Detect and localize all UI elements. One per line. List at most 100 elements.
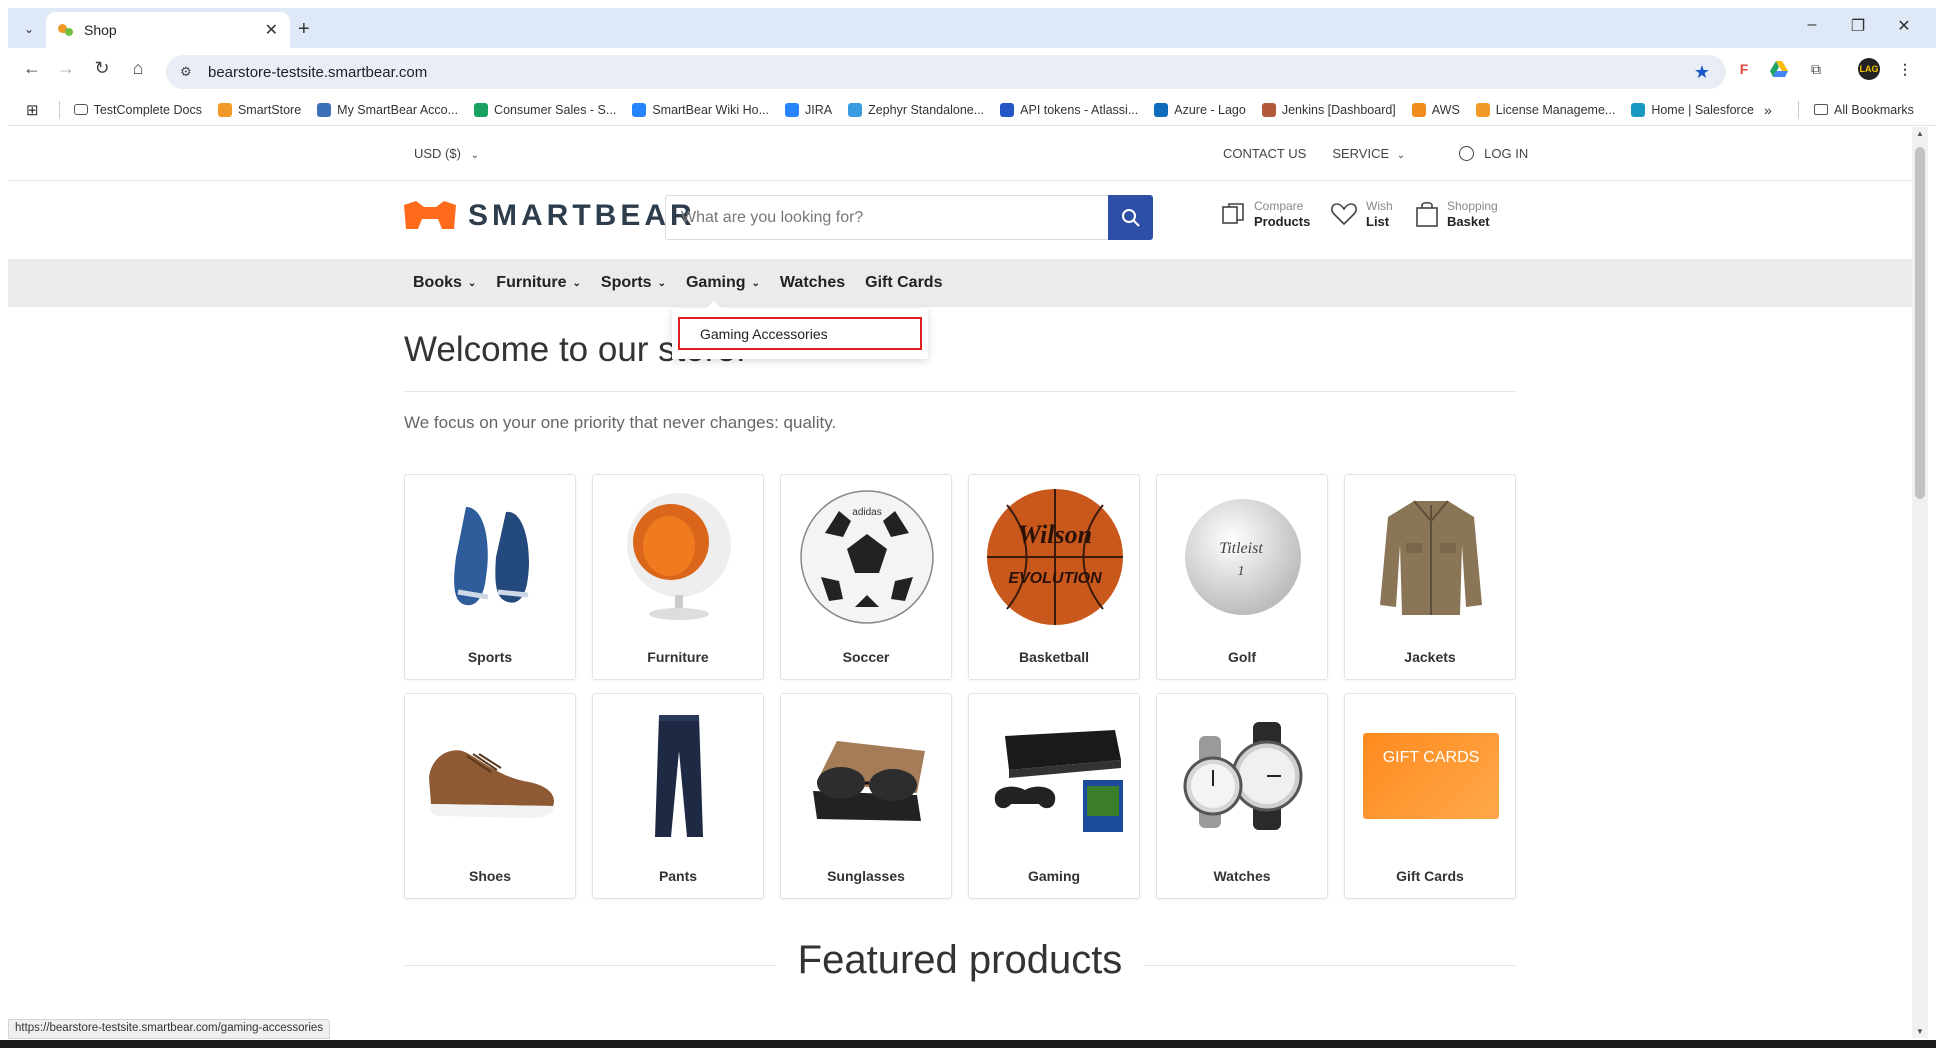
bookmark-item[interactable]: TestComplete Docs [73, 103, 202, 117]
browser-menu-icon[interactable]: ⋮ [1894, 58, 1916, 80]
golf-brand-text: Titleist [1219, 540, 1263, 557]
menu-item-gift-cards[interactable]: Gift Cards [865, 274, 942, 292]
new-tab-button[interactable]: + [298, 18, 310, 41]
bookmark-item[interactable]: Jenkins [Dashboard] [1261, 102, 1396, 117]
bookmark-item[interactable]: JIRA [785, 102, 832, 117]
home-button[interactable]: ⌂ [124, 58, 152, 84]
bookmark-item[interactable]: Zephyr Standalone... [848, 102, 984, 117]
google-drive-icon[interactable] [1768, 58, 1790, 80]
bookmark-favicon-icon [1631, 102, 1646, 117]
url-text: bearstore-testsite.smartbear.com [208, 63, 428, 81]
menu-label: Books [413, 274, 462, 291]
link-status-bar: https://bearstore-testsite.smartbear.com… [8, 1019, 331, 1039]
wishlist-link[interactable]: Wish List [1330, 199, 1393, 229]
contact-us-link[interactable]: CONTACT US [1223, 146, 1306, 161]
search-input[interactable] [666, 196, 1108, 239]
profile-avatar[interactable]: LAG [1858, 58, 1880, 80]
category-card-jackets[interactable]: Jackets [1344, 474, 1516, 680]
smartbear-logo[interactable]: SMARTBEAR [402, 199, 696, 233]
bookmark-label: Consumer Sales - S... [494, 102, 617, 117]
category-card-sunglasses[interactable]: Sunglasses [780, 693, 952, 899]
bookmark-label: SmartStore [237, 102, 302, 117]
extensions-puzzle-icon[interactable]: ⧉ [1805, 58, 1827, 80]
category-card-sports[interactable]: Sports [404, 474, 576, 680]
category-grid: Sports Furniture adidas Soccer Wilson EVO… [404, 474, 1516, 899]
category-card-furniture[interactable]: Furniture [592, 474, 764, 680]
main-menu-bar: Books ⌄ Furniture ⌄ Sports ⌄ Gaming ⌄ Watche… [8, 259, 1912, 307]
search-button[interactable] [1108, 195, 1153, 240]
menu-item-sports[interactable]: Sports ⌄ [601, 274, 666, 292]
bookmark-item[interactable]: SmartStore [217, 102, 302, 117]
category-card-shoes[interactable]: Shoes [404, 693, 576, 899]
minimize-button[interactable]: – [1792, 16, 1832, 34]
category-card-gaming[interactable]: Gaming [968, 693, 1140, 899]
close-tab-icon[interactable]: ✕ [265, 20, 278, 40]
back-button[interactable]: ← [18, 58, 46, 84]
category-label: Soccer [842, 649, 890, 665]
address-bar[interactable]: ⚙ bearstore-testsite.smartbear.com ★ [166, 55, 1726, 89]
menu-item-watches[interactable]: Watches [780, 274, 845, 292]
gift-card-text: GIFT CARDS [1382, 749, 1480, 766]
bookmark-favicon-icon [474, 102, 489, 117]
menu-item-furniture[interactable]: Furniture ⌄ [496, 274, 581, 292]
category-card-pants[interactable]: Pants [592, 693, 764, 899]
page-scrollbar[interactable]: ▲ ▼ [1912, 127, 1928, 1038]
tagline-text: We focus on your one priority that never… [404, 413, 837, 432]
bookmark-item[interactable]: AWS [1411, 102, 1460, 117]
menu-item-gaming[interactable]: Gaming ⌄ [686, 274, 760, 292]
bookmark-item[interactable]: My SmartBear Acco... [317, 102, 459, 117]
browser-tab[interactable]: Shop ✕ [46, 12, 290, 48]
category-label: Furniture [647, 649, 709, 665]
featured-products-heading: Featured products [8, 938, 1912, 983]
category-label: Sunglasses [827, 868, 905, 884]
bookmark-favicon-icon [848, 102, 863, 117]
category-label: Sports [467, 649, 513, 665]
scrollbar-thumb[interactable] [1915, 147, 1925, 499]
tab-search-button[interactable]: ⌄ [16, 16, 42, 42]
scroll-down-arrow-icon[interactable]: ▼ [1912, 1027, 1928, 1036]
login-link[interactable]: LOG IN [1459, 146, 1528, 161]
bookmark-label: My SmartBear Acco... [337, 102, 459, 117]
category-card-soccer[interactable]: adidas Soccer [780, 474, 952, 680]
bookmark-favicon-icon [1154, 102, 1169, 117]
bookmark-item[interactable]: Home | Salesforce [1631, 102, 1754, 117]
bookmark-favicon-icon [73, 104, 88, 115]
bookmark-star-icon[interactable]: ★ [1694, 62, 1710, 83]
bookmark-item[interactable]: Azure - Lago [1154, 102, 1246, 117]
category-card-basketball[interactable]: Wilson EVOLUTION Basketball [968, 474, 1140, 680]
category-card-watches[interactable]: Watches [1156, 693, 1328, 899]
bookmark-label: Home | Salesforce [1651, 102, 1754, 117]
pants-image [609, 706, 749, 846]
compare-products-link[interactable]: Compare Products [1220, 199, 1310, 229]
category-card-golf[interactable]: Titleist 1 Golf [1156, 474, 1328, 680]
more-bookmarks-button[interactable]: » [1764, 102, 1772, 118]
service-menu[interactable]: SERVICE ⌄ [1332, 146, 1405, 161]
category-card-gift-cards[interactable]: GIFT CARDS Gift Cards [1344, 693, 1516, 899]
bookmark-favicon-icon [632, 102, 647, 117]
extension-f-icon[interactable]: F [1733, 58, 1755, 80]
dropdown-item-gaming-accessories[interactable]: Gaming Accessories [678, 317, 922, 350]
all-bookmarks-folder[interactable]: All Bookmarks [1814, 103, 1914, 117]
shopping-basket-link[interactable]: Shopping Basket [1415, 199, 1498, 229]
folder-icon [1814, 104, 1828, 115]
forward-button[interactable]: → [52, 58, 80, 84]
search-icon [1121, 208, 1140, 227]
currency-selector[interactable]: USD ($) ⌄ [414, 146, 479, 161]
restore-button[interactable]: ❐ [1838, 16, 1878, 36]
bookmark-item[interactable]: API tokens - Atlassi... [1000, 102, 1138, 117]
divider [404, 391, 1516, 392]
sunglasses-image [797, 706, 937, 846]
close-window-button[interactable]: ✕ [1884, 16, 1924, 36]
bookmark-label: SmartBear Wiki Ho... [652, 102, 769, 117]
apps-grid-icon[interactable]: ⊞ [26, 101, 39, 119]
site-info-icon[interactable]: ⚙ [180, 64, 198, 80]
basketball-brand-text: Wilson [1018, 520, 1092, 549]
menu-item-books[interactable]: Books ⌄ [413, 274, 476, 292]
category-label: Watches [1213, 868, 1271, 884]
bookmark-item[interactable]: License Manageme... [1475, 102, 1615, 117]
scroll-up-arrow-icon[interactable]: ▲ [1912, 129, 1928, 138]
bookmark-item[interactable]: Consumer Sales - S... [474, 102, 617, 117]
bookmark-item[interactable]: SmartBear Wiki Ho... [632, 102, 769, 117]
reload-button[interactable]: ↻ [88, 58, 116, 84]
service-label: SERVICE [1332, 146, 1390, 161]
